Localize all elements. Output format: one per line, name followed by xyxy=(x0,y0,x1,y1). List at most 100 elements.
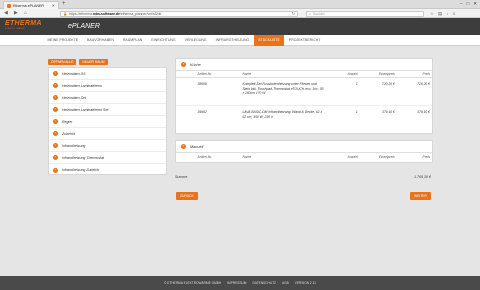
download-icon[interactable]: ↓ xyxy=(446,10,448,17)
page-footer: © ETHERMA ELEKTROWÄRME GMBH IMPRESSUM DA… xyxy=(0,276,480,290)
close-tab-icon[interactable]: ✕ xyxy=(52,3,55,8)
table-row[interactable]: 38608 Komplett-Set Fussbodenheizung unte… xyxy=(176,78,432,106)
search-placeholder: Suchen xyxy=(313,11,325,16)
cell-article: 38608 xyxy=(197,82,207,86)
menu-item-report[interactable]: PROJEKTBERICHT xyxy=(284,35,325,46)
search-input[interactable]: ⌕ Suchen xyxy=(306,10,424,17)
footer-link-privacy[interactable]: DATENSCHUTZ xyxy=(252,281,276,285)
room-title: Manuell xyxy=(190,144,204,149)
chevron-right-icon: › xyxy=(53,131,58,136)
category-item[interactable]: › Infrarotheizung xyxy=(49,140,166,152)
cell-article: 39992 xyxy=(197,110,207,114)
category-item[interactable]: › Infrarotheizung Thermostat xyxy=(49,152,166,164)
chevron-down-icon: ˅ xyxy=(181,62,186,67)
menu-item-partslist[interactable]: STÜCKLISTE xyxy=(253,35,285,46)
cell-name: Komplett-Set Fussbodenheizung unter Flie… xyxy=(242,82,324,96)
address-bar[interactable]: 🔒 https://etherma.mbs-software.de/etherm… xyxy=(60,10,298,17)
logo-claim: SIMPLY WARM xyxy=(5,28,25,30)
col-header-qty: Anzahl xyxy=(347,154,358,159)
app-name: ePLANER xyxy=(68,23,100,30)
reload-icon[interactable]: ↻ xyxy=(292,11,295,16)
chevron-right-icon: › xyxy=(53,71,58,76)
new-tab-icon[interactable]: + xyxy=(62,1,66,8)
category-label: Heizmatten Laminattherm xyxy=(62,83,103,88)
room-card-kitchen: ˅ Küche Artikel-Nr. Name Anzahl Einzelpr… xyxy=(175,58,433,134)
category-label: Infrarotheizung Thermostat xyxy=(62,155,105,160)
close-window-icon[interactable]: ✕ xyxy=(473,1,477,7)
chevron-right-icon: › xyxy=(53,83,58,88)
search-icon: ⌕ xyxy=(309,11,312,16)
menu-item-infrared[interactable]: INFRAROTHEIZUNG xyxy=(211,35,254,46)
chevron-right-icon: › xyxy=(53,155,58,160)
col-header-unit-price: Einzelpreis xyxy=(378,72,395,76)
category-item[interactable]: › Infrarotheizung Zubehör xyxy=(49,164,166,176)
cell-name: LAVA BASIC-DM Infrarotheizung, Wand & De… xyxy=(242,110,323,119)
back-button[interactable]: ZURÜCK xyxy=(176,192,198,200)
cell-unit-price: 720,20 € xyxy=(382,82,395,86)
room-header[interactable]: ˅ Küche xyxy=(176,59,432,70)
footer-link-terms[interactable]: AGB xyxy=(282,281,289,285)
col-header-name: Name xyxy=(242,154,252,159)
browser-tab[interactable]: Etherma ePLANER ✕ xyxy=(3,1,59,9)
category-label: Heizmatten Set xyxy=(62,95,86,100)
category-item[interactable]: › Zubehör xyxy=(49,128,166,140)
chevron-down-icon: ˅ xyxy=(181,144,186,149)
menu-item-installation[interactable]: VERLEGUNG xyxy=(180,35,211,46)
category-item[interactable]: › Heizmatten Set xyxy=(49,92,166,104)
category-label: Heizmatten Laminattherm Set xyxy=(62,107,109,112)
etherma-logo[interactable]: ETHERMA SIMPLY WARM xyxy=(5,20,42,31)
favicon-icon xyxy=(7,3,11,8)
new-room-button[interactable]: NEUER RAUM xyxy=(79,59,108,65)
category-item[interactable]: › Regler xyxy=(49,116,166,128)
summary-value: 1.765,30 € xyxy=(414,175,431,179)
minimize-icon[interactable]: – xyxy=(460,1,463,7)
menu-item-projects[interactable]: MEINE PROJEKTE xyxy=(43,35,83,46)
menu-icon[interactable]: ≡ xyxy=(453,10,456,17)
toolbar-icons: ☆ ▤ ↓ ≡ xyxy=(430,10,455,17)
url-text: https://etherma.mbs-software.de/etherma_… xyxy=(69,11,162,16)
cell-price: 379,10 € xyxy=(417,110,431,114)
category-label: Regler xyxy=(62,119,73,124)
cell-qty: 1 xyxy=(355,82,358,86)
category-item[interactable]: › Heizmatten DS xyxy=(49,68,166,80)
col-header-name: Name xyxy=(242,72,252,76)
main-menu: MEINE PROJEKTE BAUVORHABEN RAUMPLAN EINR… xyxy=(0,35,480,46)
menu-item-equipment[interactable]: EINRICHTUNG xyxy=(147,35,180,46)
col-header-qty: Anzahl xyxy=(347,72,358,76)
category-item[interactable]: › Heizmatten Laminattherm Set xyxy=(49,104,166,116)
table-header: Artikel-Nr. Name Anzahl Einzelpreis Prei… xyxy=(176,152,432,160)
footer-link-imprint[interactable]: IMPRESSUM xyxy=(227,281,246,285)
col-header-price: Preis xyxy=(422,72,431,76)
chevron-right-icon: › xyxy=(53,107,58,112)
back-arrow-icon[interactable]: ◀ xyxy=(4,10,8,17)
app-header: ETHERMA SIMPLY WARM ePLANER xyxy=(0,18,480,35)
category-item[interactable]: › Heizmatten Laminattherm xyxy=(49,80,166,92)
library-icon[interactable]: ▤ xyxy=(438,10,442,17)
maximize-icon[interactable]: □ xyxy=(467,1,470,7)
bookmark-star-icon[interactable]: ☆ xyxy=(430,10,434,17)
room-header[interactable]: ˅ Manuell xyxy=(176,141,432,152)
menu-item-roomplan[interactable]: RAUMPLAN xyxy=(118,35,146,46)
left-actions: ÖFFNEN ALLE NEUER RAUM xyxy=(48,59,108,65)
chevron-right-icon: › xyxy=(53,143,58,148)
category-list: › Heizmatten DS › Heizmatten Laminattherm … xyxy=(48,67,167,175)
chevron-right-icon: › xyxy=(53,167,58,173)
col-header-article: Artikel-Nr. xyxy=(197,154,213,159)
cell-qty: 1 xyxy=(355,110,358,114)
home-icon[interactable]: ⌂ xyxy=(24,10,27,17)
lock-icon: 🔒 xyxy=(63,11,68,16)
category-label: Infrarotheizung xyxy=(62,143,86,148)
logo-brand: ETHERMA xyxy=(5,20,42,27)
forward-arrow-icon[interactable]: ▶ xyxy=(14,10,18,17)
category-label: Heizmatten DS xyxy=(62,71,86,76)
col-header-unit-price: Einzelpreis xyxy=(378,154,395,159)
next-button[interactable]: WEITER xyxy=(410,192,431,200)
table-row[interactable]: 39992 LAVA BASIC-DM Infrarotheizung, Wan… xyxy=(176,106,432,133)
chevron-right-icon: › xyxy=(53,95,58,100)
summary-label: Summe xyxy=(175,175,188,179)
category-label: Infrarotheizung Zubehör xyxy=(62,168,100,172)
menu-item-construction[interactable]: BAUVORHABEN xyxy=(83,35,119,46)
col-header-price: Preis xyxy=(422,154,431,159)
open-all-button[interactable]: ÖFFNEN ALLE xyxy=(48,59,77,65)
cell-price: 720,20 € xyxy=(417,82,431,86)
